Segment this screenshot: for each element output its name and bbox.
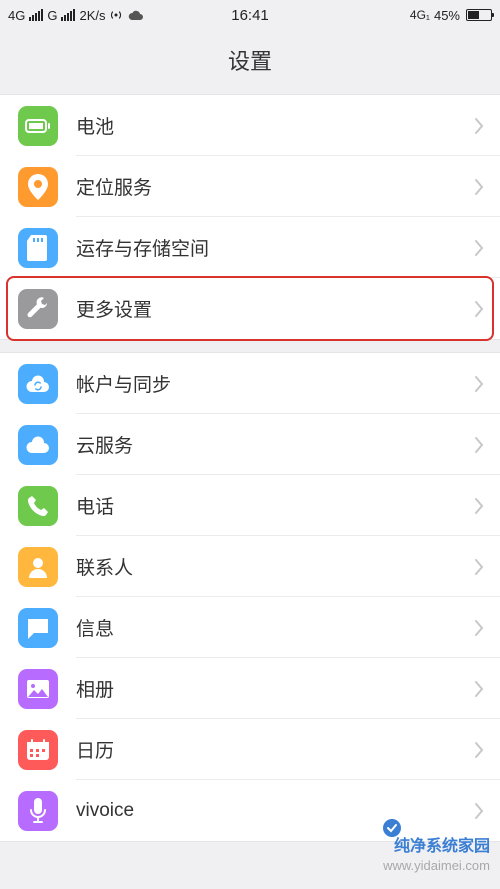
row-more-settings[interactable]: 更多设置 (0, 278, 500, 339)
row-label: 更多设置 (76, 295, 474, 322)
row-storage[interactable]: 运存与存储空间 (0, 217, 500, 278)
row-accounts[interactable]: 帐户与同步 (0, 353, 500, 414)
microphone-icon (18, 791, 58, 831)
row-label: vivoice (76, 800, 474, 822)
status-left: 4G G 2K/s (8, 8, 145, 23)
row-label: 运存与存储空间 (76, 234, 474, 261)
chevron-right-icon (474, 178, 484, 196)
chevron-right-icon (474, 619, 484, 637)
battery-pct: 45% (434, 8, 460, 23)
chevron-right-icon (474, 239, 484, 257)
hotspot-icon (109, 9, 123, 21)
chevron-right-icon (474, 436, 484, 454)
wrench-icon (18, 289, 58, 329)
row-label: 相册 (76, 675, 474, 702)
status-bar: 4G G 2K/s 16:41 4G₁ 45% (0, 0, 500, 30)
message-icon (18, 608, 58, 648)
chevron-right-icon (474, 558, 484, 576)
location-icon (18, 167, 58, 207)
battery-icon (464, 9, 492, 21)
phone-icon (18, 486, 58, 526)
sync-cloud-icon (18, 364, 58, 404)
battery-icon (18, 106, 58, 146)
chevron-right-icon (474, 497, 484, 515)
calendar-icon (18, 730, 58, 770)
row-label: 定位服务 (76, 173, 474, 200)
watermark-url: www.yidaimei.com (383, 858, 490, 875)
status-time: 16:41 (231, 7, 269, 24)
net-label-4g1: 4G₁ (410, 8, 430, 22)
row-battery[interactable]: 电池 (0, 95, 500, 156)
settings-group-2: 帐户与同步 云服务 电话 联系人 信息 相册 (0, 352, 500, 842)
net-speed: 2K/s (79, 8, 105, 23)
watermark: 纯净系统家园 www.yidaimei.com (383, 819, 490, 875)
row-label: 电话 (76, 492, 474, 519)
row-location[interactable]: 定位服务 (0, 156, 500, 217)
cloud-service-icon (18, 425, 58, 465)
net-label-4g: 4G (8, 8, 25, 23)
watermark-brand: 纯净系统家园 (394, 838, 490, 855)
row-gallery[interactable]: 相册 (0, 658, 500, 719)
contacts-icon (18, 547, 58, 587)
row-label: 信息 (76, 614, 474, 641)
row-cloud[interactable]: 云服务 (0, 414, 500, 475)
signal-bars-2 (61, 9, 75, 21)
row-calendar[interactable]: 日历 (0, 719, 500, 780)
chevron-right-icon (474, 802, 484, 820)
chevron-right-icon (474, 680, 484, 698)
chevron-right-icon (474, 300, 484, 318)
settings-group-1: 电池 定位服务 运存与存储空间 更多设置 (0, 94, 500, 340)
row-phone[interactable]: 电话 (0, 475, 500, 536)
row-messages[interactable]: 信息 (0, 597, 500, 658)
sd-card-icon (18, 228, 58, 268)
chevron-right-icon (474, 741, 484, 759)
gallery-icon (18, 669, 58, 709)
row-label: 帐户与同步 (76, 370, 474, 397)
row-contacts[interactable]: 联系人 (0, 536, 500, 597)
row-label: 日历 (76, 736, 474, 763)
row-label: 联系人 (76, 553, 474, 580)
status-right: 4G₁ 45% (410, 8, 492, 23)
row-label: 电池 (76, 112, 474, 139)
net-label-g: G (47, 8, 57, 23)
chevron-right-icon (474, 375, 484, 393)
signal-bars-1 (29, 9, 43, 21)
row-label: 云服务 (76, 431, 474, 458)
cloud-icon (127, 9, 145, 21)
page-title: 设置 (0, 30, 500, 94)
chevron-right-icon (474, 117, 484, 135)
